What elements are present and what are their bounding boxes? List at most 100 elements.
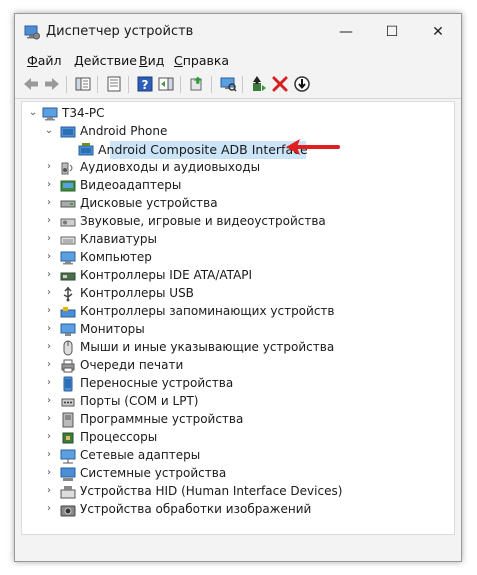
menu-action[interactable]: Действие <box>74 53 137 68</box>
help-icon[interactable]: ? <box>136 75 154 93</box>
forward-icon[interactable] <box>43 75 61 93</box>
tree-category[interactable]: › Контроллеры IDE ATA/ATAPI <box>22 267 454 285</box>
tree-category-label: Аудиовходы и аудиовыходы <box>80 160 261 174</box>
menu-file[interactable]: Файл <box>27 53 62 68</box>
disk-drive-icon <box>60 200 76 208</box>
tree-root-label: T34-PC <box>62 106 105 120</box>
enable-device-icon[interactable] <box>250 75 268 93</box>
toolbar-separator <box>66 76 67 93</box>
tree-category[interactable]: › Мыши и иные указывающие устройства <box>22 339 454 357</box>
tree-category[interactable]: › Устройства обработки изображений <box>22 501 454 519</box>
tree-category[interactable]: › Системные устройства <box>22 465 454 483</box>
tree-category[interactable]: › Очереди печати <box>22 357 454 375</box>
chevron-right-icon[interactable]: › <box>44 449 54 461</box>
chevron-right-icon[interactable]: › <box>44 323 54 335</box>
tree-category-label: Процессоры <box>80 430 158 444</box>
chevron-down-icon[interactable]: ⌄ <box>44 125 54 137</box>
chevron-right-icon[interactable]: › <box>44 215 54 227</box>
chevron-right-icon[interactable]: › <box>44 503 54 515</box>
tree-category[interactable]: › Компьютер <box>22 249 454 267</box>
tree-category[interactable]: › Дисковые устройства <box>22 195 454 213</box>
tree-category-label: Android Phone <box>80 124 168 138</box>
keyboard-icon <box>60 236 76 245</box>
tree-root[interactable]: ⌄ T34-PC <box>22 105 454 123</box>
tree-category[interactable]: › Порты (COM и LPT) <box>22 393 454 411</box>
chevron-right-icon[interactable]: › <box>44 359 54 371</box>
speaker-icon <box>61 162 73 175</box>
minimize-button[interactable]: — <box>323 14 369 50</box>
phone-category-icon <box>60 126 76 138</box>
chevron-right-icon[interactable]: › <box>44 161 54 173</box>
menu-view[interactable]: Вид <box>139 53 164 68</box>
tree-category-label: Мониторы <box>80 322 145 336</box>
uninstall-icon[interactable] <box>271 75 289 93</box>
imaging-device-icon <box>60 505 76 517</box>
update-driver-icon[interactable] <box>188 75 206 93</box>
device-tree[interactable]: ⌄ T34-PC ⌄ Android Phone Android Composi… <box>21 101 455 535</box>
chevron-right-icon[interactable]: › <box>44 467 54 479</box>
chevron-right-icon[interactable]: › <box>44 341 54 353</box>
toolbar-separator <box>242 76 243 93</box>
tree-category[interactable]: › Контроллеры запоминающих устройств <box>22 303 454 321</box>
port-icon <box>61 398 75 407</box>
system-device-icon <box>60 467 76 481</box>
computer-icon <box>60 251 76 265</box>
chevron-right-icon[interactable]: › <box>44 305 54 317</box>
chevron-right-icon[interactable]: › <box>44 287 54 299</box>
toolbar: ? <box>15 72 461 99</box>
tree-category-label: Очереди печати <box>80 358 184 372</box>
title-bar[interactable]: Диспетчер устройств — ☐ ✕ <box>15 14 461 50</box>
tree-category[interactable]: › Видеоадаптеры <box>22 177 454 195</box>
tree-category-label: Звуковые, игровые и видеоустройства <box>80 214 326 228</box>
device-manager-app-icon <box>24 25 40 40</box>
network-adapter-icon <box>60 449 76 464</box>
action-pane-icon[interactable] <box>157 75 175 93</box>
close-button[interactable]: ✕ <box>415 14 461 50</box>
printer-icon <box>61 359 75 373</box>
chevron-down-icon[interactable]: ⌄ <box>28 107 38 119</box>
tree-category-label: Программные устройства <box>80 412 244 426</box>
tree-category[interactable]: › Устройства HID (Human Interface Devices… <box>22 483 454 501</box>
tree-category-android-phone[interactable]: ⌄ Android Phone <box>22 123 454 141</box>
portable-device-icon <box>63 376 73 392</box>
tree-category[interactable]: › Контроллеры USB <box>22 285 454 303</box>
chevron-right-icon[interactable]: › <box>44 233 54 245</box>
tree-category[interactable]: › Процессоры <box>22 429 454 447</box>
scan-hardware-icon[interactable] <box>219 75 237 93</box>
properties-icon[interactable] <box>105 75 123 93</box>
chevron-right-icon[interactable]: › <box>44 377 54 389</box>
toolbar-separator <box>180 76 181 93</box>
toolbar-separator <box>97 76 98 93</box>
tree-category-label: Устройства HID (Human Interface Devices) <box>80 484 343 498</box>
disable-device-icon[interactable] <box>293 75 311 93</box>
back-icon[interactable] <box>22 75 40 93</box>
menu-help[interactable]: Справка <box>174 53 229 68</box>
tree-category[interactable]: › Переносные устройства <box>22 375 454 393</box>
tree-category[interactable]: › Клавиатуры <box>22 231 454 249</box>
adb-device-icon <box>78 143 94 156</box>
red-arrow-annotation <box>286 139 340 155</box>
menu-help-rest: правка <box>182 53 230 68</box>
chevron-right-icon[interactable]: › <box>44 251 54 263</box>
tree-device-label: Android Composite ADB Interface <box>98 142 308 157</box>
tree-category[interactable]: › Программные устройства <box>22 411 454 429</box>
chevron-right-icon[interactable]: › <box>44 179 54 191</box>
chevron-right-icon[interactable]: › <box>44 413 54 425</box>
tree-category[interactable]: › Звуковые, игровые и видеоустройства <box>22 213 454 231</box>
tree-category[interactable]: › Аудиовходы и аудиовыходы <box>22 159 454 177</box>
tree-device-adb-interface[interactable]: Android Composite ADB Interface <box>22 141 454 159</box>
chevron-right-icon[interactable]: › <box>44 431 54 443</box>
tree-category-label: Сетевые адаптеры <box>80 448 201 462</box>
tree-category-label: Клавиатуры <box>80 232 157 246</box>
chevron-right-icon[interactable]: › <box>44 197 54 209</box>
show-hide-tree-icon[interactable] <box>74 75 92 93</box>
processor-icon <box>62 432 74 444</box>
ide-controller-icon <box>60 272 76 281</box>
chevron-right-icon[interactable]: › <box>44 395 54 407</box>
maximize-button[interactable]: ☐ <box>369 14 415 50</box>
tree-category[interactable]: › Мониторы <box>22 321 454 339</box>
chevron-right-icon[interactable]: › <box>44 485 54 497</box>
tree-category[interactable]: › Сетевые адаптеры <box>22 447 454 465</box>
chevron-right-icon[interactable]: › <box>44 269 54 281</box>
storage-controller-icon <box>60 307 76 318</box>
